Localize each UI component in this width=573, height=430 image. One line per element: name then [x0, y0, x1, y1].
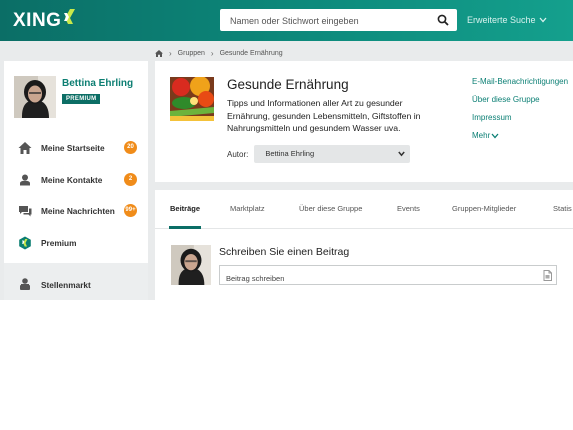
- premium-icon: [19, 236, 31, 249]
- profile-avatar[interactable]: [14, 76, 56, 118]
- tab-marktplatz[interactable]: Marktplatz: [230, 204, 265, 213]
- search-input[interactable]: [228, 10, 437, 32]
- jobs-icon: [20, 278, 30, 290]
- sidebar-item-label: Meine Startseite: [41, 143, 105, 153]
- sidebar-item-label: Meine Nachrichten: [41, 206, 115, 216]
- sidebar-item-startseite[interactable]: Meine Startseite 20: [4, 133, 148, 165]
- breadcrumb: › Gruppen › Gesunde Ernährung: [155, 47, 283, 59]
- author-select-value: Bettina Ehrling: [265, 149, 315, 158]
- breadcrumb-current: Gesunde Ernährung: [219, 49, 283, 57]
- composer-title: Schreiben Sie einen Beitrag: [219, 246, 350, 258]
- xing-x-icon: [64, 9, 76, 24]
- tab-events[interactable]: Events: [397, 204, 420, 213]
- breadcrumb-separator: ›: [169, 48, 172, 58]
- composer-avatar: [171, 245, 211, 285]
- xing-logo[interactable]: XING: [13, 9, 77, 33]
- chevron-down-icon: [491, 133, 499, 139]
- group-title: Gesunde Ernährung: [227, 77, 349, 92]
- premium-badge: PREMIUM: [62, 94, 101, 104]
- search-icon[interactable]: [437, 14, 449, 26]
- top-navigation-bar: XING Erweiterte Suche: [0, 0, 573, 41]
- active-tab-indicator: [169, 226, 201, 229]
- post-composer: [219, 265, 557, 288]
- notification-count: 2: [124, 172, 137, 186]
- chevron-down-icon: [398, 151, 406, 157]
- more-link[interactable]: Mehr: [472, 129, 568, 147]
- group-description: Tipps und Informationen aller Art zu ges…: [227, 98, 421, 133]
- notification-count: 20: [124, 141, 137, 154]
- about-group-link[interactable]: Über diese Gruppe: [472, 93, 568, 111]
- sidebar-item-label: Premium: [41, 237, 77, 248]
- group-tabs: Beiträge Marktplatz Über diese Gruppe Ev…: [155, 190, 573, 229]
- search-box: [220, 9, 457, 32]
- group-content-card: Beiträge Marktplatz Über diese Gruppe Ev…: [155, 190, 573, 300]
- tab-statistiken[interactable]: Statis: [553, 204, 572, 213]
- advanced-search-label: Erweiterte Suche: [467, 15, 536, 25]
- sidebar-item-stellenmarkt[interactable]: Stellenmarkt: [4, 263, 148, 300]
- chevron-down-icon: [539, 17, 547, 23]
- avatar-image: [171, 245, 211, 285]
- home-icon: [18, 142, 32, 154]
- sidebar-item-premium[interactable]: Premium: [4, 228, 148, 260]
- tab-gruppen-mitglieder[interactable]: Gruppen-Mitglieder: [452, 204, 516, 213]
- notification-count: 99+: [124, 204, 137, 217]
- sidebar-item-kontakte[interactable]: Meine Kontakte 2: [4, 165, 148, 197]
- author-label: Autor:: [227, 149, 249, 159]
- sidebar-item-nachrichten[interactable]: Meine Nachrichten 99+: [4, 196, 148, 228]
- breadcrumb-groups-link[interactable]: Gruppen: [178, 50, 205, 57]
- sidebar-item-label: Stellenmarkt: [41, 280, 91, 290]
- sidebar: Bettina Ehrling PREMIUM Meine Startseite…: [4, 61, 148, 300]
- author-row: Autor: Bettina Ehrling: [227, 145, 411, 163]
- sidebar-nav: Meine Startseite 20 Meine Kontakte 2 Mei…: [4, 133, 148, 259]
- vegetables-image: [170, 77, 214, 121]
- home-icon[interactable]: [155, 49, 163, 57]
- imprint-link[interactable]: Impressum: [472, 111, 568, 129]
- tab-ueber-diese-gruppe[interactable]: Über diese Gruppe: [299, 204, 362, 213]
- profile-name[interactable]: Bettina Ehrling: [62, 78, 133, 89]
- more-link-label: Mehr: [472, 131, 491, 140]
- breadcrumb-separator: ›: [210, 48, 214, 58]
- avatar-image: [14, 76, 56, 118]
- logo-text: XING: [13, 10, 62, 31]
- attachment-icon[interactable]: [543, 270, 552, 281]
- group-links: E-Mail-Benachrichtigungen Über diese Gru…: [472, 75, 568, 147]
- author-select[interactable]: Bettina Ehrling: [254, 145, 411, 163]
- group-logo[interactable]: [170, 77, 214, 121]
- post-input[interactable]: [224, 269, 528, 288]
- advanced-search-link[interactable]: Erweiterte Suche: [467, 15, 547, 25]
- tab-beitraege[interactable]: Beiträge: [170, 204, 200, 213]
- group-header-card: Gesunde Ernährung Tipps und Informatione…: [155, 61, 573, 182]
- app-viewport: XING Erweiterte Suche › Gruppen › Gesund…: [0, 0, 573, 300]
- messages-icon: [19, 206, 32, 217]
- sidebar-item-label: Meine Kontakte: [41, 174, 103, 185]
- contacts-icon: [20, 174, 30, 185]
- email-notifications-link[interactable]: E-Mail-Benachrichtigungen: [472, 75, 568, 93]
